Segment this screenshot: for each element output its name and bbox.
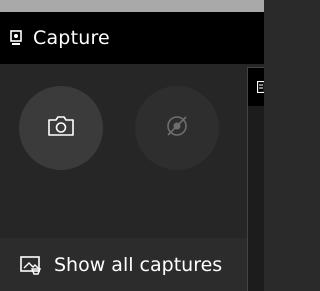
widget-body <box>0 64 264 239</box>
background-strip <box>0 0 264 12</box>
capture-widget: Capture Show all captures <box>0 12 264 291</box>
widget-header[interactable]: Capture <box>0 12 264 64</box>
capture-screen: Capture Show all captures <box>0 0 264 291</box>
capture-widget-icon <box>9 29 23 47</box>
side-panel-header <box>248 68 264 106</box>
show-all-captures-button[interactable]: Show all captures <box>0 238 247 291</box>
show-all-captures-label: Show all captures <box>54 253 223 276</box>
record-disabled-icon <box>163 112 191 144</box>
gallery-icon <box>20 255 42 275</box>
camera-icon <box>47 114 75 142</box>
record-button-disabled[interactable] <box>135 86 219 170</box>
take-screenshot-button[interactable] <box>19 86 103 170</box>
widget-icon <box>256 78 264 97</box>
side-widget-panel <box>247 67 264 291</box>
widget-title: Capture <box>33 27 110 49</box>
